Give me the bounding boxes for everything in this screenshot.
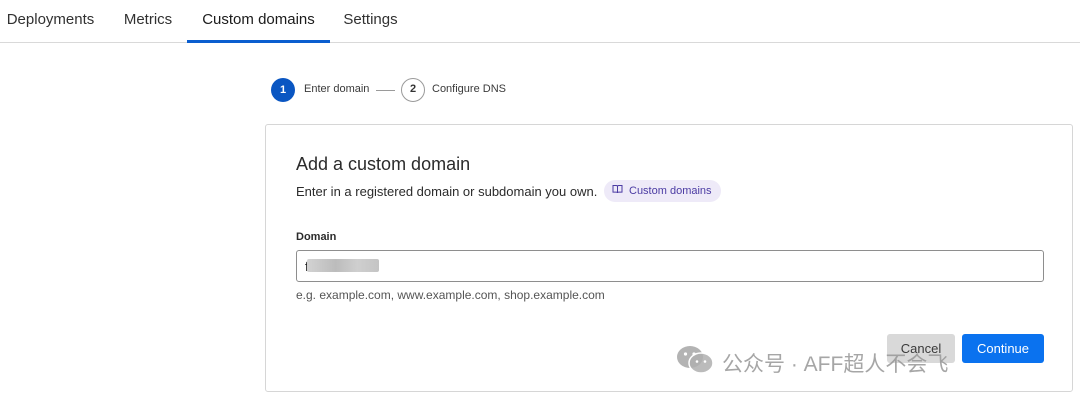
domain-field-label: Domain (296, 231, 337, 243)
tab-bar: Deployments Metrics Custom domains Setti… (0, 0, 1080, 43)
tab-deployments[interactable]: Deployments (0, 0, 101, 43)
card-description: Enter in a registered domain or subdomai… (296, 184, 598, 199)
tab-custom-domains[interactable]: Custom domains (187, 0, 330, 43)
continue-button[interactable]: Continue (962, 334, 1044, 363)
redacted-text-blur (307, 259, 379, 272)
cancel-button[interactable]: Cancel (887, 334, 955, 363)
step-2-number: 2 (401, 78, 425, 102)
tab-metrics[interactable]: Metrics (112, 0, 184, 43)
docs-link-label: Custom domains (629, 185, 712, 197)
stepper-connector (376, 90, 395, 91)
card-title: Add a custom domain (296, 154, 471, 174)
custom-domains-docs-link[interactable]: Custom domains (604, 180, 721, 202)
domain-input[interactable] (296, 250, 1044, 282)
domain-hint: e.g. example.com, www.example.com, shop.… (296, 288, 605, 302)
step-1-label: Enter domain (304, 83, 370, 95)
step-2-label: Configure DNS (432, 83, 506, 95)
active-tab-indicator (187, 40, 330, 43)
add-domain-card: Add a custom domain Enter in a registere… (265, 124, 1073, 392)
book-icon (612, 180, 623, 202)
tab-settings[interactable]: Settings (333, 0, 408, 43)
step-1-number: 1 (271, 78, 295, 102)
